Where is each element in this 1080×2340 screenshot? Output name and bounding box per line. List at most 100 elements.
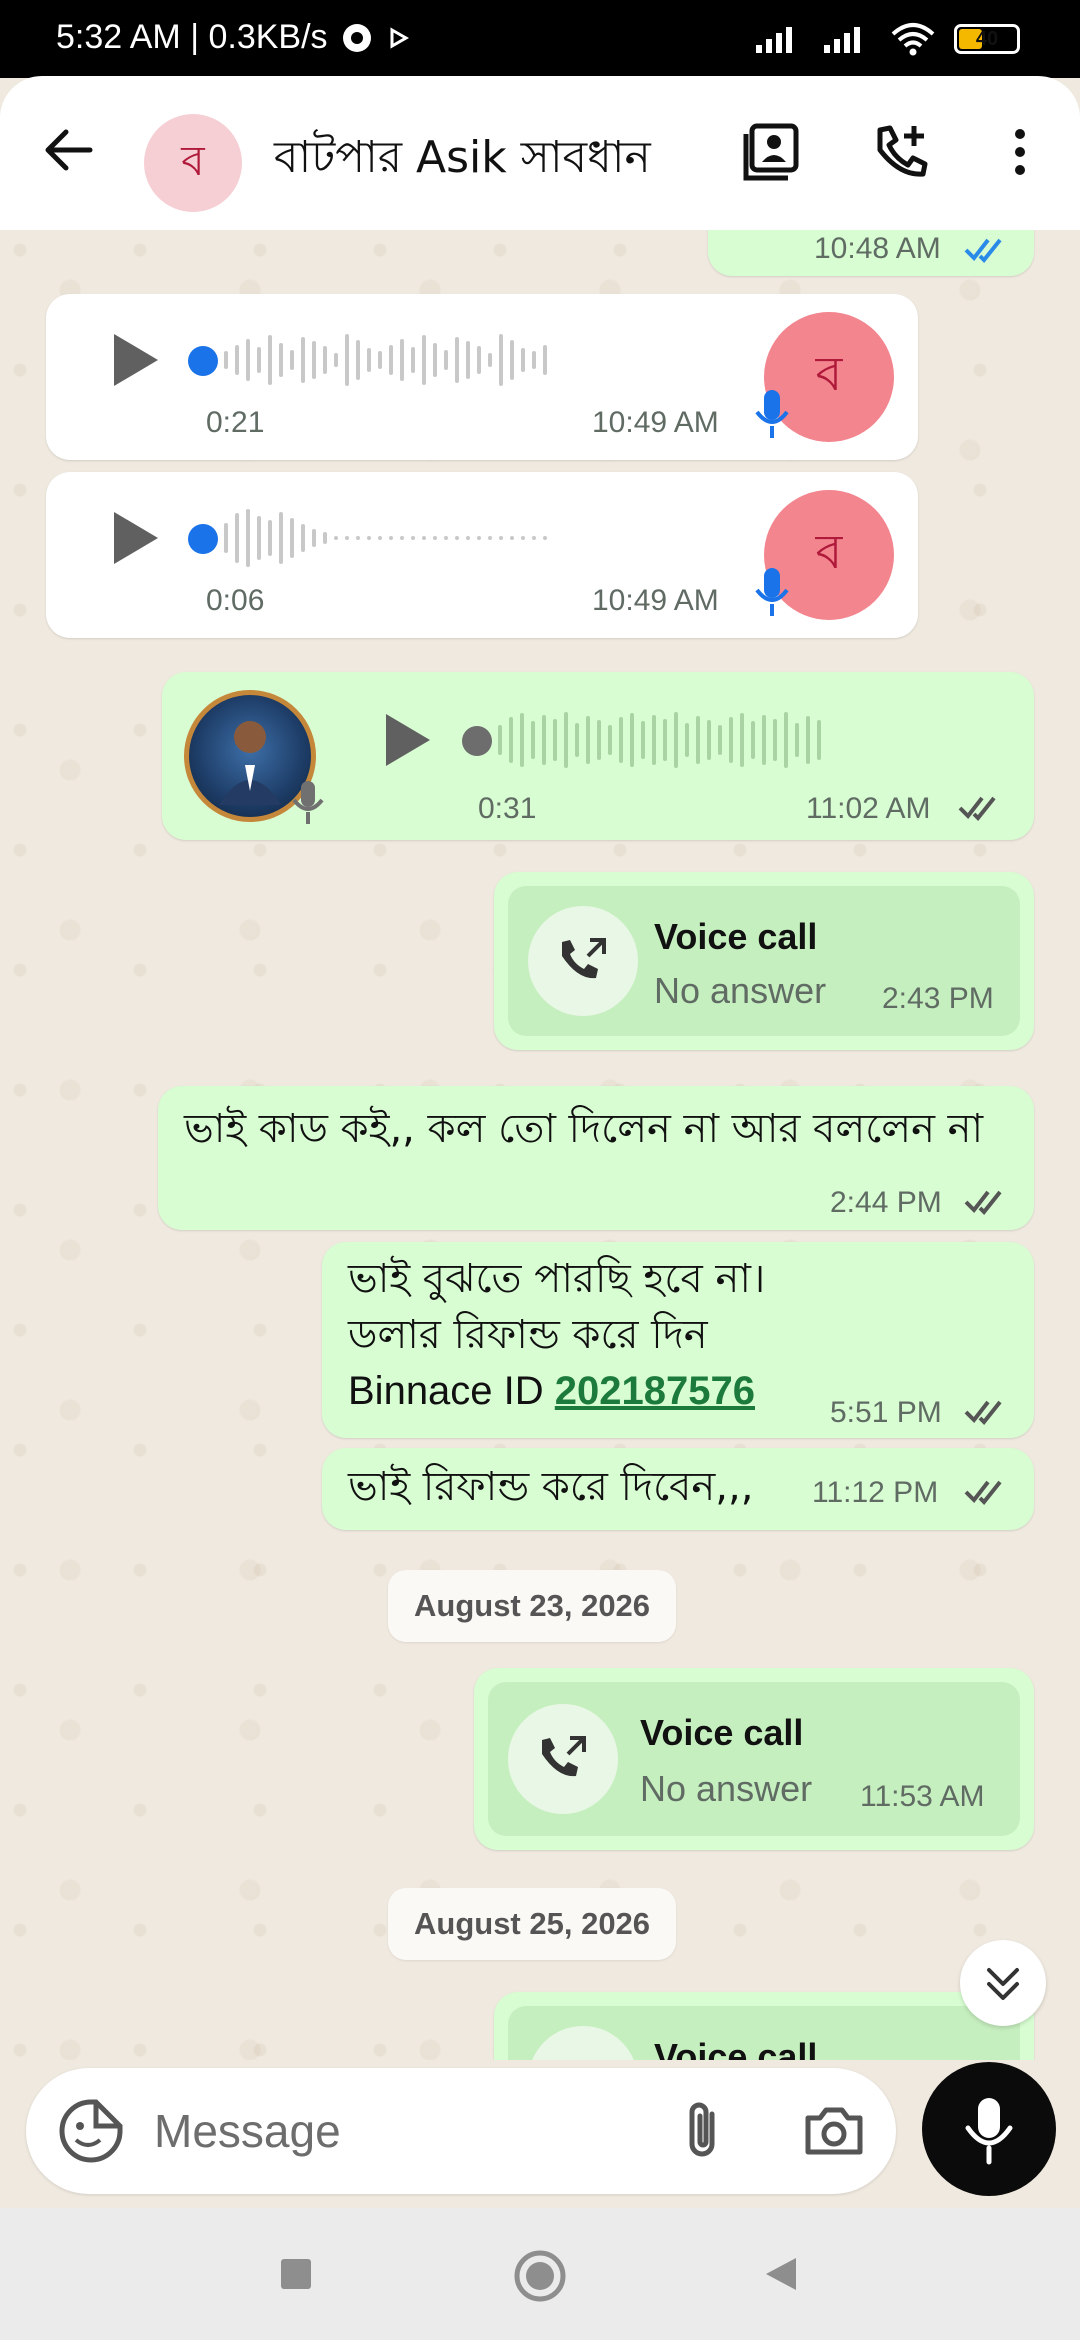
waveform-bar: [224, 351, 228, 369]
waveform-bar: [718, 725, 722, 755]
delivered-ticks-icon: [958, 796, 996, 821]
waveform-bar: [367, 348, 371, 372]
waveform-bar: [751, 721, 755, 759]
waveform-bar: [378, 536, 382, 540]
playhead-dot[interactable]: [188, 346, 218, 376]
contact-avatar[interactable]: ব: [144, 114, 242, 212]
call-add-icon[interactable]: [870, 120, 934, 184]
waveform-bar: [411, 347, 415, 373]
waveform-bar: [499, 334, 503, 386]
delivered-ticks-icon: [964, 1480, 1002, 1505]
waveform-bar: [422, 536, 426, 540]
call-status: No answer: [640, 1768, 813, 1809]
waveform[interactable]: [498, 710, 821, 770]
play-notification-icon: [390, 26, 409, 49]
call-outgoing-icon: [542, 1736, 586, 1777]
waveform-bar: [674, 712, 678, 768]
text-message-outgoing[interactable]: ভাই কাড কই,, কল তো দিলেন না আর বললেন না …: [158, 1086, 1034, 1230]
voice-duration: 0:06: [206, 584, 265, 617]
call-message-outgoing[interactable]: Voice call No answer 2:43 PM: [494, 872, 1034, 1050]
nav-recents-icon[interactable]: [278, 2256, 314, 2292]
waveform-bar: [246, 509, 250, 567]
waveform-bar: [455, 536, 459, 540]
waveform-bar: [345, 536, 349, 540]
waveform-bar: [312, 341, 316, 379]
waveform-bar: [367, 536, 371, 540]
text-message-outgoing[interactable]: ভাই রিফান্ড করে দিবেন,,, 11:12 PM: [322, 1448, 1034, 1530]
call-icon-wrapper: [528, 906, 638, 1016]
waveform-bar: [652, 715, 656, 765]
waveform-bar: [477, 346, 481, 374]
more-vert-icon[interactable]: [988, 120, 1052, 184]
waveform-bar: [532, 536, 536, 540]
delivered-ticks-icon: [964, 1190, 1002, 1215]
waveform-bar: [488, 353, 492, 367]
message-text-line: Binnace ID 202187576: [348, 1362, 755, 1420]
waveform-bar: [334, 353, 338, 367]
camera-icon[interactable]: [802, 2098, 866, 2162]
nav-home-icon[interactable]: [512, 2248, 568, 2304]
chat-header: ব বাটপার Asik সাবধান: [0, 76, 1080, 230]
text-message-outgoing[interactable]: ভাই বুঝতে পারছি হবে না। ডলার রিফান্ড করে…: [322, 1242, 1034, 1438]
waveform-bar: [553, 719, 557, 761]
avatar-letter: ব: [815, 523, 843, 580]
message-composer: [26, 2068, 896, 2194]
waveform[interactable]: [224, 330, 547, 390]
waveform-bar: [257, 347, 261, 373]
status-time-speed: 5:32 AM | 0.3KB/s: [56, 18, 328, 56]
call-icon-wrapper: [508, 1704, 618, 1814]
message-time: 10:49 AM: [592, 584, 719, 617]
waveform-bar: [224, 523, 228, 553]
message-bubble-partial[interactable]: 10:48 AM: [708, 230, 1034, 276]
waveform-bar: [433, 536, 437, 540]
message-input[interactable]: [154, 2100, 654, 2162]
waveform-bar: [444, 350, 448, 370]
nav-back-icon[interactable]: [762, 2254, 802, 2294]
waveform-bar: [663, 719, 667, 761]
waveform-bar: [564, 712, 568, 768]
sticker-icon[interactable]: [58, 2098, 124, 2164]
call-icon-wrapper: [528, 2026, 638, 2060]
playhead-dot[interactable]: [462, 726, 492, 756]
play-icon[interactable]: [102, 508, 162, 568]
voice-record-button[interactable]: [922, 2062, 1056, 2196]
waveform-bar: [400, 339, 404, 381]
waveform-bar: [597, 720, 601, 760]
waveform-bar: [696, 716, 700, 764]
waveform[interactable]: [224, 508, 547, 568]
call-card[interactable]: Voice call No answer 2:43 PM: [508, 886, 1020, 1036]
waveform-bar: [378, 351, 382, 369]
phone-number-link[interactable]: 202187576: [555, 1369, 755, 1413]
back-arrow-icon[interactable]: [38, 120, 98, 180]
playhead-dot[interactable]: [188, 524, 218, 554]
contact-card-icon[interactable]: [740, 120, 804, 184]
play-icon[interactable]: [102, 330, 162, 390]
scroll-to-bottom-button[interactable]: [960, 1940, 1046, 2026]
attach-icon[interactable]: [676, 2098, 732, 2164]
waveform-bar: [817, 720, 821, 760]
voice-message-outgoing[interactable]: 0:31 11:02 AM: [162, 672, 1034, 840]
voice-message-incoming[interactable]: 0:06 10:49 AM ব: [46, 472, 918, 638]
battery-icon: 40: [954, 24, 1020, 54]
call-message-outgoing[interactable]: Voice call No answer 11:53 AM: [474, 1668, 1034, 1850]
waveform-bar: [235, 513, 239, 563]
signal-icon-2: [824, 27, 860, 53]
call-title: Voice call: [640, 1712, 804, 1753]
call-message-outgoing[interactable]: Voice call: [494, 1992, 1034, 2060]
waveform-bar: [279, 512, 283, 564]
app-notification-icon: [342, 23, 371, 52]
chat-area[interactable]: 10:48 AM 0:21 10:49 AM ব 0:06 10:49 AM ব…: [0, 230, 1080, 2060]
call-card[interactable]: Voice call No answer 11:53 AM: [488, 1682, 1020, 1836]
binance-id-label: Binnace ID: [348, 1369, 555, 1413]
waveform-bar: [521, 536, 525, 540]
status-right: 40: [754, 22, 1020, 56]
waveform-bar: [795, 723, 799, 757]
play-icon[interactable]: [374, 710, 434, 770]
waveform-bar: [543, 345, 547, 375]
waveform-bar: [466, 536, 470, 540]
call-card[interactable]: Voice call: [508, 2006, 1020, 2060]
waveform-bar: [520, 713, 524, 767]
contact-name[interactable]: বাটপার Asik সাবধান: [274, 124, 651, 197]
voice-message-incoming[interactable]: 0:21 10:49 AM ব: [46, 294, 918, 460]
read-ticks-icon: [964, 238, 1002, 263]
